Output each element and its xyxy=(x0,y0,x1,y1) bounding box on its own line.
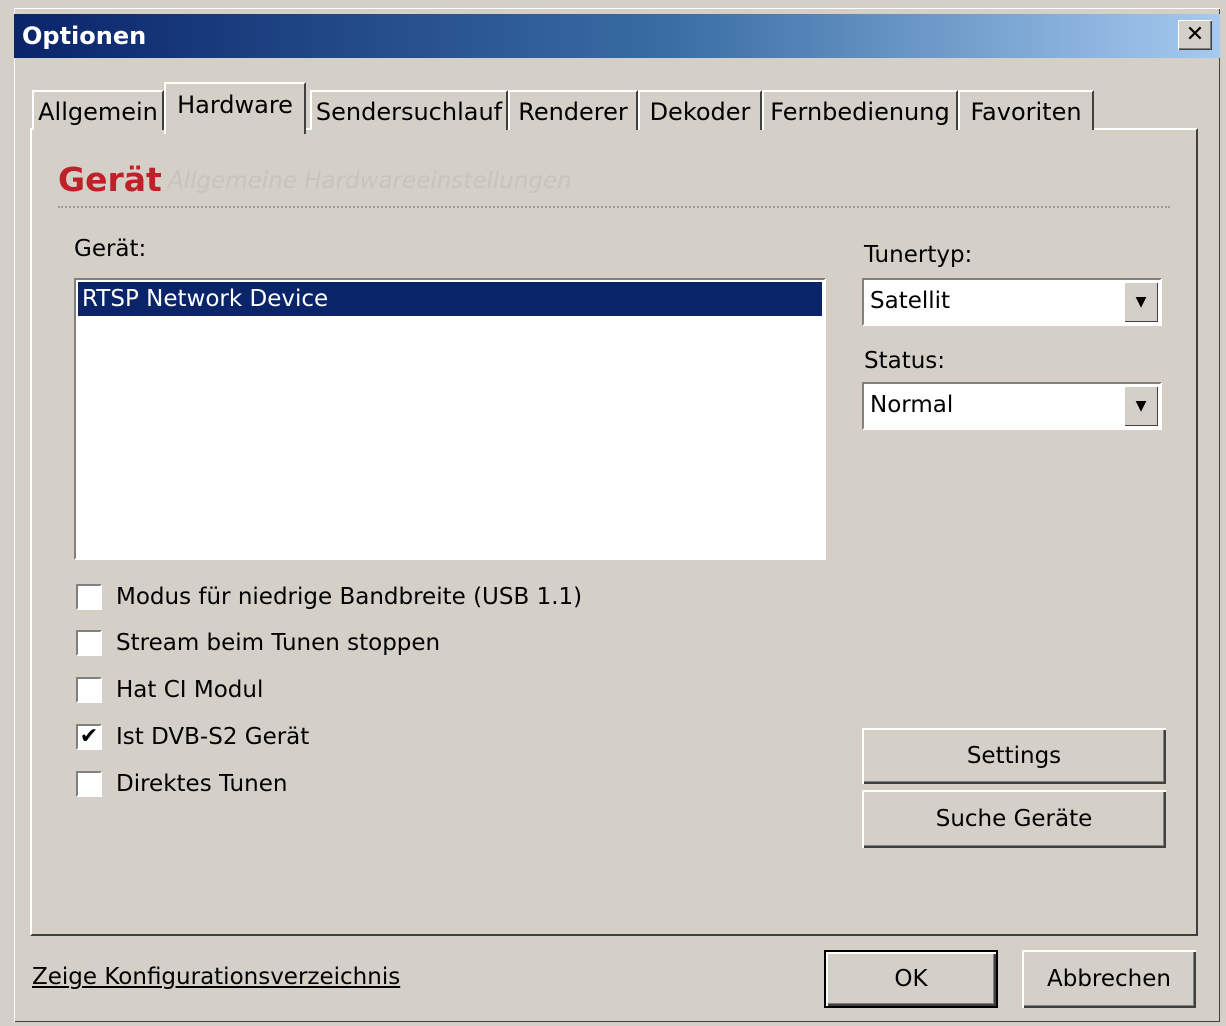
device-listbox[interactable]: RTSP Network Device xyxy=(74,278,826,560)
tunertyp-value: Satellit xyxy=(870,288,951,314)
checkbox-low-bandwidth-label[interactable]: Modus für niedrige Bandbreite (USB 1.1) xyxy=(116,584,582,610)
close-icon: ✕ xyxy=(1185,22,1205,47)
tunertyp-select[interactable]: Satellit ▼ xyxy=(862,278,1162,326)
checkbox-dvb-s2-label[interactable]: Ist DVB-S2 Gerät xyxy=(116,724,309,750)
title-bar[interactable]: Optionen ✕ xyxy=(14,14,1220,58)
status-label: Status: xyxy=(864,348,946,374)
cancel-button[interactable]: Abbrechen xyxy=(1022,950,1196,1008)
show-config-dir-link[interactable]: Zeige Konfigurationsverzeichnis xyxy=(32,964,400,990)
status-select[interactable]: Normal ▼ xyxy=(862,382,1162,430)
tab-fernbedienung[interactable]: Fernbedienung xyxy=(762,90,958,130)
chevron-down-icon[interactable]: ▼ xyxy=(1124,282,1158,322)
window-title: Optionen xyxy=(22,22,147,50)
tunertyp-label: Tunertyp: xyxy=(864,242,973,268)
tab-allgemein[interactable]: Allgemein xyxy=(32,90,164,130)
ok-button[interactable]: OK xyxy=(824,950,998,1008)
chevron-down-icon[interactable]: ▼ xyxy=(1124,386,1158,426)
checkbox-ci-module[interactable] xyxy=(76,677,102,703)
checkbox-direct-tune-label[interactable]: Direktes Tunen xyxy=(116,771,287,797)
status-value: Normal xyxy=(870,392,954,418)
section-divider xyxy=(58,206,1170,208)
device-list-label: Gerät: xyxy=(74,236,147,262)
search-devices-button[interactable]: Suche Geräte xyxy=(862,790,1166,848)
check-icon: ✔ xyxy=(79,724,99,749)
tab-renderer[interactable]: Renderer xyxy=(508,90,638,130)
settings-button[interactable]: Settings xyxy=(862,728,1166,784)
tab-favoriten[interactable]: Favoriten xyxy=(958,90,1094,130)
checkbox-stop-stream[interactable] xyxy=(76,630,102,656)
list-item[interactable]: RTSP Network Device xyxy=(78,282,822,316)
checkbox-ci-module-label[interactable]: Hat CI Modul xyxy=(116,677,263,703)
section-title: Gerät xyxy=(58,160,162,199)
checkbox-dvb-s2[interactable]: ✔ xyxy=(76,724,102,750)
section-subtitle: Allgemeine Hardwareeinstellungen xyxy=(168,168,572,194)
tab-dekoder[interactable]: Dekoder xyxy=(638,90,762,130)
close-button[interactable]: ✕ xyxy=(1178,20,1212,50)
tab-hardware[interactable]: Hardware xyxy=(164,82,306,134)
checkbox-stop-stream-label[interactable]: Stream beim Tunen stoppen xyxy=(116,630,440,656)
checkbox-direct-tune[interactable] xyxy=(76,771,102,797)
tab-sendersuchlauf[interactable]: Sendersuchlauf xyxy=(310,90,508,130)
checkbox-low-bandwidth[interactable] xyxy=(76,584,102,610)
